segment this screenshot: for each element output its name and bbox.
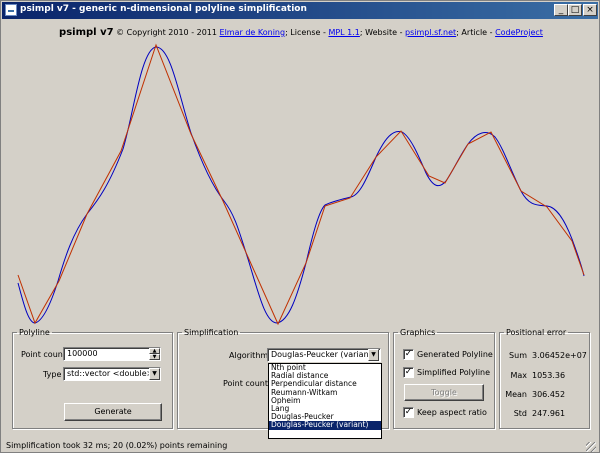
polyline-group-label: Polyline — [19, 328, 50, 337]
positional-error-group-label: Positional error — [506, 328, 567, 337]
simplification-point-count-label: Point count — [223, 379, 268, 388]
error-std-label: Std — [513, 409, 527, 418]
algorithm-label: Algorithm — [229, 351, 269, 360]
generated-polyline-checkbox[interactable]: ✓ — [403, 349, 414, 360]
algorithm-dropdown-list[interactable]: Nth point Radial distance Perpendicular … — [268, 363, 382, 439]
generated-polyline-label: Generated Polyline — [417, 350, 493, 359]
algorithm-chevron-down-icon[interactable]: ▼ — [368, 349, 379, 361]
keep-aspect-ratio-label: Keep aspect ratio — [417, 408, 487, 417]
algorithm-select[interactable]: Douglas-Peucker (variant) — [267, 348, 381, 362]
status-text: Simplification took 32 ms; 20 (0.02%) po… — [6, 441, 228, 450]
graphics-group-label: Graphics — [400, 328, 436, 337]
type-select[interactable]: std::vector <double> — [63, 367, 161, 381]
spin-down-icon[interactable]: ▼ — [149, 354, 160, 360]
error-std-value: 247.961 — [532, 409, 566, 418]
point-count-value: 100000 — [67, 349, 98, 358]
polyline-canvas — [17, 43, 585, 326]
error-max-value: 1053.36 — [532, 371, 566, 380]
algorithm-option-douglas-peucker-variant[interactable]: Douglas-Peucker (variant) — [269, 421, 381, 430]
main-window: psimpl v7 - generic n-dimensional polyli… — [0, 0, 600, 453]
generate-button[interactable]: Generate — [64, 403, 162, 421]
error-sum-label: Sum — [509, 351, 527, 360]
error-mean-label: Mean — [505, 390, 527, 399]
error-mean-value: 306.452 — [532, 390, 566, 399]
error-sum-value: 3.06452e+07 — [532, 351, 587, 360]
point-count-spinbox[interactable]: 100000 — [63, 347, 161, 361]
status-bar: Simplification took 32 ms; 20 (0.02%) po… — [3, 439, 597, 452]
point-count-label: Point count — [21, 350, 66, 359]
error-max-label: Max — [510, 371, 527, 380]
simplification-group-label: Simplification — [184, 328, 239, 337]
type-label: Type — [43, 370, 62, 379]
resize-grip-icon[interactable] — [586, 442, 596, 452]
type-value: std::vector <double> — [67, 369, 154, 378]
algorithm-value: Douglas-Peucker (variant) — [271, 350, 375, 359]
keep-aspect-ratio-checkbox[interactable]: ✓ — [403, 407, 414, 418]
chevron-down-icon[interactable]: ▼ — [149, 368, 160, 380]
simplified-polyline-label: Simplified Polyline — [417, 368, 491, 377]
point-count-stepper[interactable]: ▲ ▼ — [149, 348, 160, 360]
simplified-polyline-checkbox[interactable]: ✓ — [403, 367, 414, 378]
toggle-button[interactable]: Toggle — [404, 384, 484, 401]
